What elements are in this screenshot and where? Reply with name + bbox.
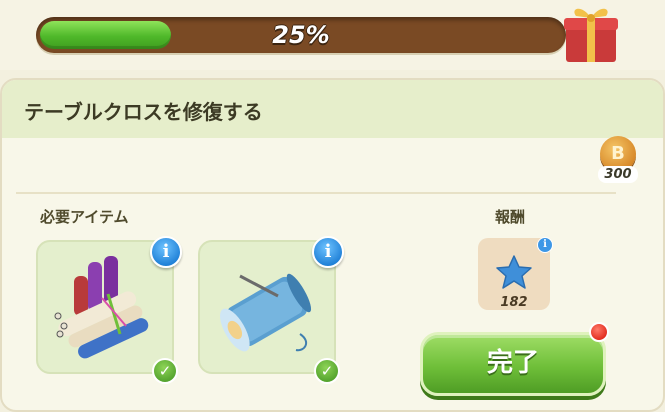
coin-amount: 300 xyxy=(598,166,638,183)
reward-info-button[interactable]: i xyxy=(537,237,553,253)
progress-area: 25% xyxy=(0,0,665,70)
info-button[interactable]: i xyxy=(150,236,182,268)
required-items-label: 必要アイテム xyxy=(40,208,129,226)
reward-amount: 182 xyxy=(500,295,528,310)
quest-card: テーブルクロスを修復する B 300 必要アイテム 報酬 i ✓ i ✓ i 1… xyxy=(0,78,665,412)
progress-percent: 25% xyxy=(272,21,330,49)
divider xyxy=(16,192,616,194)
quest-title: テーブルクロスを修復する xyxy=(24,100,263,124)
fabric-bolts-icon xyxy=(54,256,149,359)
required-item-fabric[interactable]: i ✓ xyxy=(36,236,182,384)
check-icon: ✓ xyxy=(152,358,178,384)
notification-dot xyxy=(589,322,609,342)
required-item-thread[interactable]: i ✓ xyxy=(198,236,344,384)
thread-spool-icon xyxy=(220,273,312,352)
complete-button[interactable]: 完了 xyxy=(420,332,606,396)
progress-bar: 25% xyxy=(36,17,566,53)
card-header: テーブルクロスを修復する xyxy=(2,80,663,138)
gift-box-icon[interactable] xyxy=(560,0,622,64)
reward-label: 報酬 xyxy=(495,208,526,226)
check-icon: ✓ xyxy=(314,358,340,384)
info-button[interactable]: i xyxy=(312,236,344,268)
